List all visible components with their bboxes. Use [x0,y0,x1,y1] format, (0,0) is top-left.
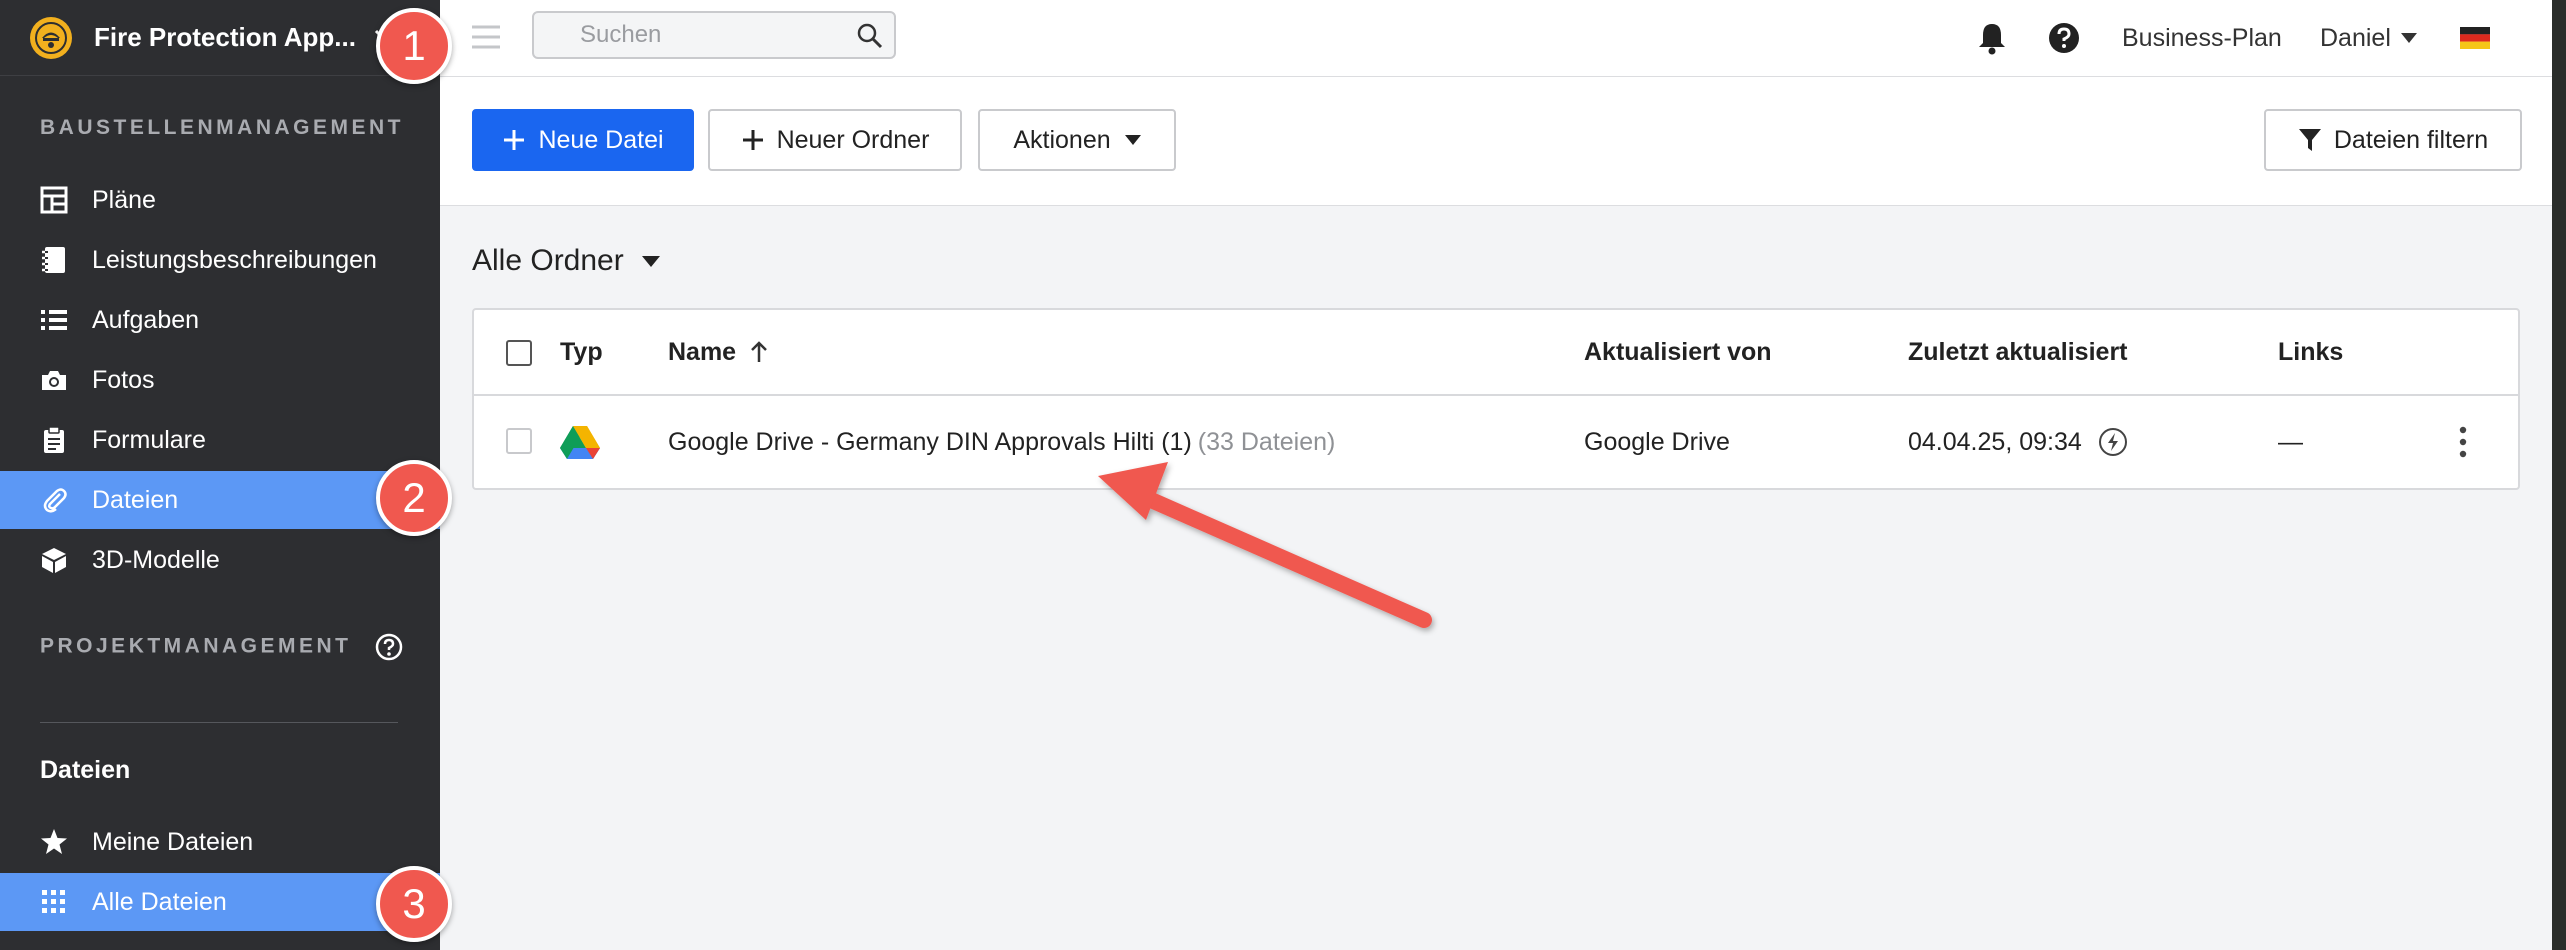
section-title-text: PROJEKTMANAGEMENT [40,634,352,658]
file-name: Google Drive - Germany DIN Approvals Hil… [668,427,1192,456]
sidebar-item-tasks[interactable]: Aufgaben [0,291,440,349]
sort-ascending-icon [750,340,768,364]
search-icon[interactable] [856,22,884,55]
section-title-site-management: BAUSTELLENMANAGEMENT [40,116,404,139]
sidebar-item-label: Pläne [92,185,156,214]
table-header: Typ Name Aktualisiert von Zuletzt aktual… [474,310,2518,396]
plus-icon [502,128,526,152]
folder-title: Alle Ordner [472,244,624,277]
column-header-name[interactable]: Name [668,310,768,394]
sidebar-item-3d-models[interactable]: 3D-Modelle [0,531,440,589]
column-header-links[interactable]: Links [2278,310,2343,394]
google-drive-icon [560,396,600,488]
window-edge [2552,0,2566,950]
sidebar-item-my-files[interactable]: Meine Dateien [0,813,440,871]
row-checkbox[interactable] [506,428,532,454]
sidebar-item-label: Alle Dateien [92,887,227,916]
caret-down-icon [2400,33,2417,43]
user-name: Daniel [2320,23,2391,52]
filter-files-button[interactable]: Dateien filtern [2264,109,2522,171]
german-flag-icon[interactable] [2460,0,2490,76]
new-file-label: Neue Datei [538,125,664,154]
section-title-project-management: PROJEKTMANAGEMENT [40,633,403,661]
plans-icon [38,184,70,216]
notifications-bell-icon[interactable] [1976,0,2008,76]
new-folder-button[interactable]: Neuer Ordner [708,109,962,171]
sidebar-item-files[interactable]: Dateien [0,471,440,529]
sidebar-item-label: 3D-Modelle [92,545,220,574]
sidebar-item-label: Formulare [92,425,206,454]
select-all-checkbox[interactable] [506,340,532,366]
files-heading: Dateien [40,756,131,784]
last-updated: 04.04.25, 09:34 [1908,396,2128,488]
star-icon [38,826,70,858]
sidebar-item-label: Dateien [92,485,179,514]
links-value: — [2278,427,2303,456]
list-icon [38,304,70,336]
menu-icon[interactable] [470,24,502,55]
actions-dropdown[interactable]: Aktionen [978,109,1176,171]
more-options-icon[interactable] [2458,396,2468,488]
plus-icon [741,128,765,152]
toolbar: Neue Datei Neuer Ordner Aktionen Dateien… [440,77,2552,206]
last-updated-text: 04.04.25, 09:34 [1908,427,2082,456]
column-header-updated-by[interactable]: Aktualisiert von [1584,310,1772,394]
sidebar-item-label: Aufgaben [92,305,200,334]
sidebar-item-label: Meine Dateien [92,827,254,856]
caret-down-icon [1124,135,1141,145]
sidebar-item-label: Fotos [92,365,155,394]
grid-icon [38,886,70,918]
project-name: Fire Protection App... [94,22,356,52]
help-icon[interactable] [375,633,403,661]
sidebar-divider [40,722,398,723]
new-file-button[interactable]: Neue Datei [472,109,694,171]
sidebar-item-forms[interactable]: Formulare [0,411,440,469]
table-row[interactable]: Google Drive - Germany DIN Approvals Hil… [474,396,2518,488]
filter-files-label: Dateien filtern [2333,125,2489,154]
folder-selector[interactable]: Alle Ordner [472,244,660,278]
column-header-name-label: Name [668,337,737,366]
annotation-badge-1: 1 [376,8,452,84]
help-icon[interactable] [2048,0,2080,76]
paperclip-icon [38,484,70,516]
sidebar-item-specifications[interactable]: Leistungsbeschreibungen [0,231,440,289]
annotation-badge-2: 2 [376,460,452,536]
user-menu[interactable]: Daniel [2320,0,2417,76]
caret-down-icon [641,255,660,267]
project-logo-icon [30,16,72,59]
business-plan-link[interactable]: Business-Plan [2122,0,2282,76]
files-table: Typ Name Aktualisiert von Zuletzt aktual… [472,308,2520,490]
sidebar-item-photos[interactable]: Fotos [0,351,440,409]
annotation-badge-3: 3 [376,866,452,942]
top-bar: Business-Plan Daniel [440,0,2552,77]
sidebar-item-plans[interactable]: Pläne [0,171,440,229]
camera-icon [38,364,70,396]
sidebar: Fire Protection App... BAUSTELLENMANAGEM… [0,0,440,950]
search-box [532,11,896,59]
file-name-link[interactable]: Google Drive - Germany DIN Approvals Hil… [668,396,1335,488]
column-header-type[interactable]: Typ [560,310,603,394]
sync-lightning-icon [2098,427,2128,457]
actions-label: Aktionen [1013,125,1111,154]
sidebar-item-label: Leistungsbeschreibungen [92,245,377,274]
cube-icon [38,544,70,576]
sidebar-item-all-files[interactable]: Alle Dateien [0,873,440,931]
filter-icon [2298,127,2322,153]
new-folder-label: Neuer Ordner [776,125,930,154]
column-header-last-updated[interactable]: Zuletzt aktualisiert [1908,310,2128,394]
clipboard-icon [38,424,70,456]
notebook-icon [38,244,70,276]
project-switcher[interactable]: Fire Protection App... [0,0,440,76]
search-input[interactable] [534,20,862,50]
updated-by: Google Drive [1584,427,1730,456]
file-count: (33 Dateien) [1197,427,1336,456]
